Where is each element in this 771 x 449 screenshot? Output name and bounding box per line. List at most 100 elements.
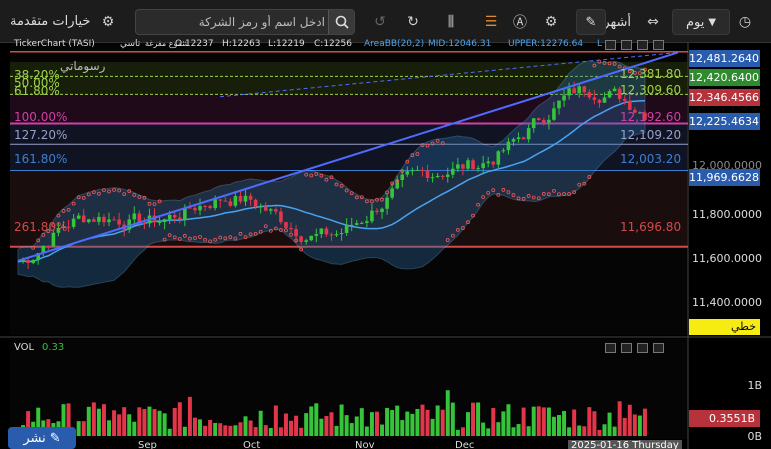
candle-body [339, 233, 344, 235]
volume-bar [410, 413, 415, 436]
volume-bar [107, 420, 112, 436]
volume-bar [450, 402, 455, 436]
candle-body [461, 164, 465, 169]
redo-icon[interactable]: ↻ [403, 12, 423, 32]
volume-bar [349, 423, 354, 436]
publish-button[interactable]: نشر ✎ [8, 427, 76, 449]
volume-bar [420, 404, 425, 436]
volume-bar [374, 411, 379, 436]
candle-body [102, 216, 106, 223]
search-input[interactable] [140, 13, 325, 31]
candle-body [117, 219, 121, 225]
high-value: H:12263 [222, 39, 261, 49]
volume-bar [334, 425, 339, 436]
candle-body [501, 150, 506, 152]
fib-label: 127.20% [14, 128, 68, 142]
y-axis-tick: 11,400.0000 [692, 296, 762, 309]
volume-bar [147, 406, 152, 436]
volume-bar [617, 401, 622, 436]
candle-body [324, 228, 329, 235]
alert-icon[interactable]: Ⓐ [510, 12, 530, 32]
candle-body [456, 164, 460, 169]
candle-body [76, 215, 81, 219]
candle-body [253, 199, 258, 207]
pen-icon: ✎ [585, 14, 597, 30]
candle-body [349, 224, 354, 226]
candle-body [516, 137, 521, 140]
undo-icon[interactable]: ↺ [370, 12, 390, 32]
volume-bar [622, 417, 627, 436]
candle-body [597, 99, 602, 103]
search-icon[interactable] [328, 10, 354, 34]
fib-value: 12,192.60 [620, 110, 682, 124]
vol-panel-maximize-button[interactable] [621, 343, 632, 353]
gear-icon[interactable]: ⚙ [98, 12, 118, 32]
volume-bar [177, 402, 182, 436]
range-button[interactable]: يوم ▼ [672, 9, 730, 35]
volume-bar [587, 407, 592, 436]
draw-tool-button[interactable]: ✎ [576, 9, 606, 35]
candle-body [592, 97, 597, 100]
chart-arabic-name: تاسي [120, 39, 141, 49]
volume-bar [319, 418, 324, 436]
vol-panel-settings-button[interactable] [637, 343, 648, 353]
volume-bar [243, 416, 248, 436]
volume-bar [122, 407, 127, 436]
panel-maximize-button[interactable] [621, 40, 632, 50]
volume-bar [445, 390, 450, 436]
advanced-options-link[interactable]: خيارات متقدمة [10, 14, 90, 29]
chart-area: TickerChart (TASI) تاسي شموع مفرغة O:122… [0, 39, 771, 449]
fib-value: 12,109.20 [620, 128, 682, 142]
fib-label: 61.80% [14, 84, 60, 98]
candle-body [314, 234, 319, 236]
volume-bar [400, 420, 405, 436]
volume-bar [314, 403, 319, 436]
y-axis-tick: 11,600.0000 [692, 252, 762, 265]
volume-bar [556, 415, 561, 436]
volume-bar [491, 407, 496, 436]
panel-close-button[interactable] [653, 40, 664, 50]
volume-bar [299, 427, 304, 436]
candle-body [289, 227, 293, 230]
candle-body [329, 234, 334, 236]
candle-body [415, 169, 420, 171]
candle-body [299, 236, 303, 242]
volume-bar [218, 423, 223, 436]
line-style-button[interactable]: خطي [689, 319, 760, 335]
volume-bar [501, 411, 506, 436]
vol-panel-minimize-button[interactable] [605, 343, 616, 353]
volume-bar [592, 411, 597, 436]
clock-icon[interactable]: ◷ [735, 12, 755, 32]
vol-panel-close-button[interactable] [653, 343, 664, 353]
vol-axis-tick: 0B [747, 430, 762, 443]
candle-body [557, 100, 561, 109]
volume-bar [486, 428, 491, 436]
volume-bar [642, 408, 647, 436]
panel-settings-button[interactable] [637, 40, 648, 50]
panel-minimize-button[interactable] [605, 40, 616, 50]
volume-bar [369, 412, 374, 436]
candle-body [213, 199, 217, 209]
candles-icon[interactable]: ⫼ [441, 12, 461, 32]
volume-bar [541, 407, 546, 436]
candle-body [284, 222, 288, 228]
candle-body [471, 160, 475, 170]
volume-bar [637, 415, 642, 436]
volume-bar [496, 422, 501, 436]
volume-bar [511, 427, 516, 436]
fib-value: 12,003.20 [620, 152, 682, 166]
candle-body [86, 219, 91, 223]
candle-body [112, 219, 116, 221]
candle-body [142, 222, 147, 224]
settings-icon[interactable]: ⚙ [541, 12, 561, 32]
volume-bar [223, 425, 228, 436]
candle-body [607, 91, 612, 98]
expand-icon[interactable]: ⇔ [643, 12, 663, 32]
crosshair-date: 2025-01-16 Thursday [568, 440, 682, 449]
chart-symbol: TickerChart (TASI) [14, 39, 95, 49]
indicator-icon[interactable]: ☰ [481, 12, 501, 32]
candle-body [294, 229, 298, 237]
volume-bar [203, 425, 208, 436]
candle-body [405, 171, 410, 175]
volume-bar [415, 408, 420, 436]
